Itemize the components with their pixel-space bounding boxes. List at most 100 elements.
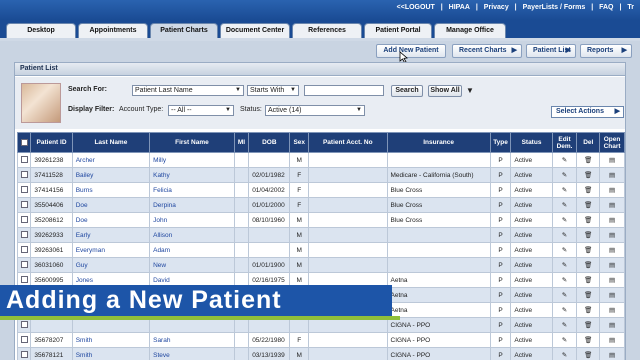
open-chart-icon[interactable]: ▤	[599, 332, 625, 348]
cell-first-name[interactable]: John	[149, 212, 235, 228]
cell-first-name[interactable]: Sarah	[149, 332, 235, 348]
open-chart-icon[interactable]: ▤	[599, 257, 625, 273]
search-input[interactable]	[304, 85, 384, 96]
account-type-select[interactable]: -- All -- ▼	[168, 105, 234, 116]
open-chart-icon[interactable]: ▤	[599, 182, 625, 198]
table-row[interactable]: 39261238 Archer Milly M P Active ✎ 🗑 ▤	[16, 152, 625, 168]
open-chart-icon[interactable]: ▤	[599, 242, 625, 258]
select-actions-button[interactable]: Select Actions ▶	[551, 106, 624, 118]
table-row[interactable]: 37414156 Burns Felicia 01/04/2002 F Blue Cros…	[16, 182, 625, 198]
cell-last-name[interactable]: Smith	[71, 347, 151, 360]
delete-trash-icon[interactable]: 🗑	[576, 332, 601, 348]
edit-pencil-icon[interactable]: ✎	[551, 257, 578, 273]
table-row[interactable]: 35678207 Smith Sarah 05/22/1980 F CIGNA - PPO…	[16, 332, 625, 348]
col-status[interactable]: Status	[510, 132, 553, 153]
delete-trash-icon[interactable]: 🗑	[576, 152, 601, 168]
tab-desktop[interactable]: Desktop	[6, 23, 76, 38]
table-row[interactable]: 39263061 Everyman Adam M P Active ✎ 🗑 ▤	[16, 242, 625, 258]
caret-down-icon[interactable]: ▼	[466, 86, 474, 95]
row-checkbox[interactable]	[16, 197, 32, 213]
cell-last-name[interactable]: Archer	[71, 152, 151, 168]
search-field-select[interactable]: Patient Last Name ▼	[132, 85, 244, 96]
tab-document-center[interactable]: Document Center	[220, 23, 290, 38]
open-chart-icon[interactable]: ▤	[599, 272, 625, 288]
tab-patient-portal[interactable]: Patient Portal	[364, 23, 432, 38]
cell-last-name[interactable]: Bailey	[71, 167, 151, 183]
open-chart-icon[interactable]: ▤	[599, 167, 625, 183]
edit-pencil-icon[interactable]: ✎	[551, 197, 578, 213]
edit-pencil-icon[interactable]: ✎	[551, 347, 578, 360]
cell-first-name[interactable]: Adam	[149, 242, 235, 258]
edit-pencil-icon[interactable]: ✎	[551, 302, 578, 318]
match-mode-select[interactable]: Starts With ▼	[247, 85, 299, 96]
col-patient-id[interactable]: Patient ID	[30, 132, 73, 153]
tab-appointments[interactable]: Appointments	[78, 23, 148, 38]
delete-trash-icon[interactable]: 🗑	[576, 257, 601, 273]
cell-first-name[interactable]: Allison	[149, 227, 235, 243]
open-chart-icon[interactable]: ▤	[599, 212, 625, 228]
privacy-link[interactable]: Privacy	[484, 4, 509, 11]
delete-trash-icon[interactable]: 🗑	[576, 287, 601, 303]
delete-trash-icon[interactable]: 🗑	[576, 242, 601, 258]
open-chart-icon[interactable]: ▤	[599, 227, 625, 243]
add-new-patient-button[interactable]: Add New Patient	[376, 44, 446, 58]
cell-last-name[interactable]: Everyman	[71, 242, 151, 258]
cell-last-name[interactable]: Early	[71, 227, 151, 243]
col-first-name[interactable]: First Name	[149, 132, 235, 153]
col-acct-no[interactable]: Patient Acct. No	[308, 132, 388, 153]
edit-pencil-icon[interactable]: ✎	[551, 152, 578, 168]
open-chart-icon[interactable]: ▤	[599, 287, 625, 303]
table-row[interactable]: 35678121 Smith Steve 03/13/1939 M CIGNA - PPO…	[16, 347, 625, 360]
row-checkbox[interactable]	[16, 212, 32, 228]
reports-button[interactable]: Reports ▶	[580, 44, 632, 58]
faq-link[interactable]: FAQ	[599, 4, 613, 11]
edit-pencil-icon[interactable]: ✎	[551, 167, 578, 183]
row-checkbox[interactable]	[16, 242, 32, 258]
delete-trash-icon[interactable]: 🗑	[576, 302, 601, 318]
col-mi[interactable]: MI	[233, 132, 250, 153]
cell-last-name[interactable]: Doe	[71, 197, 151, 213]
patient-list-button[interactable]: Patient List ▶	[526, 44, 576, 58]
edit-pencil-icon[interactable]: ✎	[551, 317, 578, 333]
cell-first-name[interactable]: New	[149, 257, 235, 273]
edit-pencil-icon[interactable]: ✎	[551, 227, 578, 243]
delete-trash-icon[interactable]: 🗑	[576, 167, 601, 183]
truncated-link[interactable]: Tr	[627, 4, 634, 11]
delete-trash-icon[interactable]: 🗑	[576, 212, 601, 228]
table-row[interactable]: 35208612 Doe John 08/10/1960 M Blue Cross P Act…	[16, 212, 625, 228]
status-select[interactable]: Active (14) ▼	[265, 105, 365, 116]
open-chart-icon[interactable]: ▤	[599, 302, 625, 318]
row-checkbox[interactable]	[16, 257, 32, 273]
edit-pencil-icon[interactable]: ✎	[551, 242, 578, 258]
delete-trash-icon[interactable]: 🗑	[576, 182, 601, 198]
cell-first-name[interactable]: Felicia	[149, 182, 235, 198]
open-chart-icon[interactable]: ▤	[599, 197, 625, 213]
delete-trash-icon[interactable]: 🗑	[576, 317, 601, 333]
col-insurance[interactable]: Insurance	[386, 132, 491, 153]
tab-manage-office[interactable]: Manage Office	[434, 23, 506, 38]
cell-first-name[interactable]: Steve	[149, 347, 235, 360]
row-checkbox[interactable]	[16, 167, 32, 183]
col-dob[interactable]: DOB	[248, 132, 291, 153]
col-type[interactable]: Type	[489, 132, 512, 153]
recent-charts-button[interactable]: Recent Charts ▶	[452, 44, 522, 58]
cell-first-name[interactable]: Derpina	[149, 197, 235, 213]
delete-trash-icon[interactable]: 🗑	[576, 227, 601, 243]
row-checkbox[interactable]	[16, 182, 32, 198]
hipaa-link[interactable]: HIPAA	[449, 4, 470, 11]
logout-link[interactable]: <<LOGOUT	[397, 4, 435, 11]
payerlists-link[interactable]: PayerLists / Forms	[523, 4, 586, 11]
row-checkbox[interactable]	[16, 227, 32, 243]
select-all-checkbox[interactable]	[16, 132, 32, 153]
col-sex[interactable]: Sex	[289, 132, 310, 153]
open-chart-icon[interactable]: ▤	[599, 317, 625, 333]
delete-trash-icon[interactable]: 🗑	[576, 347, 601, 360]
search-button[interactable]: Search	[391, 85, 423, 97]
edit-pencil-icon[interactable]: ✎	[551, 287, 578, 303]
show-all-button[interactable]: Show All	[428, 85, 462, 97]
table-row[interactable]: 37411528 Bailey Kathy 02/01/1982 F Medicare -…	[16, 167, 625, 183]
cell-first-name[interactable]: Milly	[149, 152, 235, 168]
delete-trash-icon[interactable]: 🗑	[576, 272, 601, 288]
row-checkbox[interactable]	[16, 347, 32, 360]
edit-pencil-icon[interactable]: ✎	[551, 212, 578, 228]
